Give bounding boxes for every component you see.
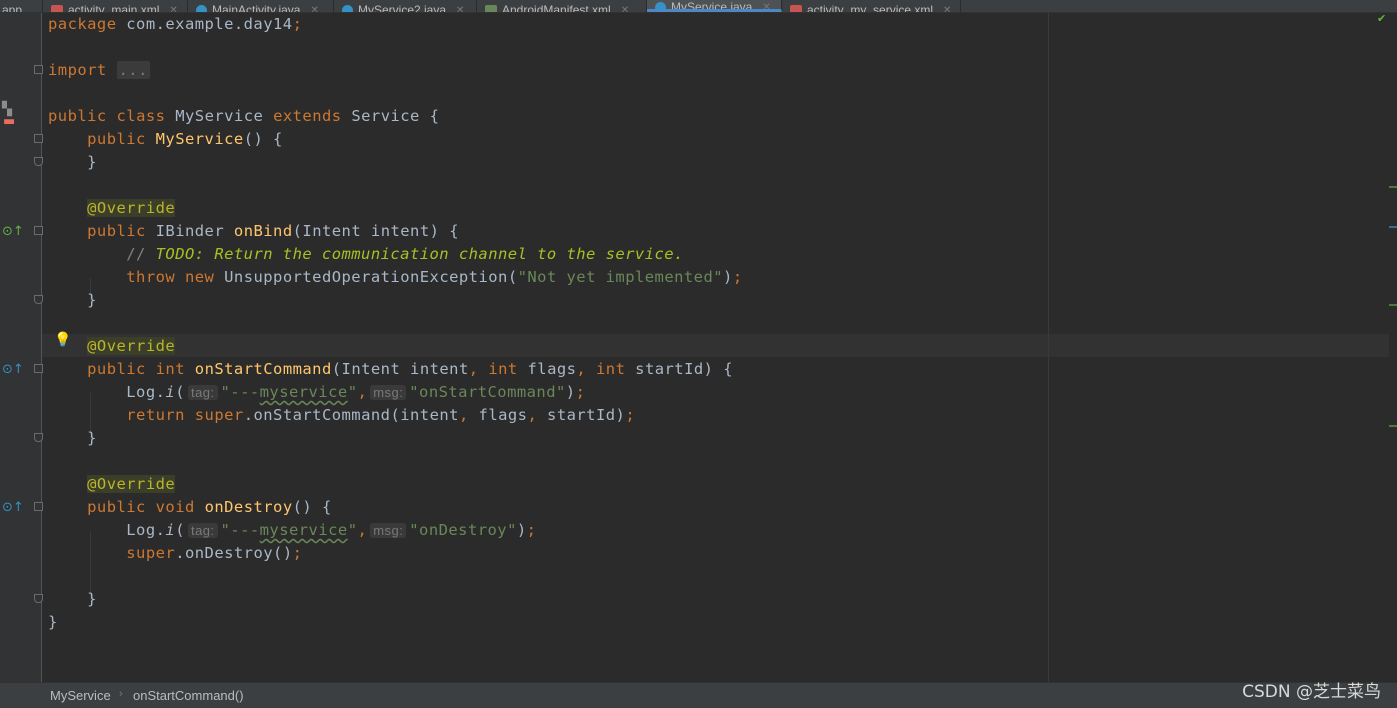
tab-label: MainActivity.java: [212, 3, 301, 12]
code-line: public class MyService extends Service {: [48, 107, 440, 125]
param-hint-msg: msg:: [370, 523, 407, 538]
code-line: import ...: [48, 61, 150, 79]
close-icon[interactable]: ✕: [456, 5, 464, 13]
close-icon[interactable]: ✕: [943, 5, 951, 13]
close-icon[interactable]: ✕: [762, 2, 770, 10]
folded-imports[interactable]: ...: [116, 61, 150, 79]
tab-label: MyService.java: [671, 0, 753, 12]
java-class-icon: [655, 1, 666, 9]
tab-label: MyService2.java: [358, 3, 447, 12]
lightbulb-icon[interactable]: 💡: [54, 333, 71, 347]
code-line: super.onDestroy();: [126, 544, 303, 562]
param-hint-msg: msg:: [370, 385, 407, 400]
code-line: public void onDestroy() {: [87, 498, 332, 516]
close-icon[interactable]: ✕: [310, 5, 318, 13]
tab-myservice2-java[interactable]: MyService2.java ✕: [334, 0, 477, 12]
tab-label: activity_main.xml: [68, 3, 160, 12]
override-method-icon[interactable]: ⊙↑: [2, 225, 24, 238]
tab-activity-my-service-xml[interactable]: activity_my_service.xml ✕: [782, 0, 961, 12]
tab-mainactivity-java[interactable]: MainActivity.java ✕: [188, 0, 334, 12]
code-line: }: [48, 429, 97, 447]
manifest-file-icon: [485, 5, 497, 12]
close-icon[interactable]: ✕: [169, 5, 177, 13]
tab-myservice-java[interactable]: MyService.java ✕: [647, 0, 782, 12]
change-marker[interactable]: [1389, 425, 1397, 427]
close-icon[interactable]: ✕: [621, 5, 629, 13]
change-marker[interactable]: [1389, 304, 1397, 306]
breadcrumb-method[interactable]: onStartCommand(): [133, 688, 244, 703]
watermark: CSDN @芝士菜鸟: [1242, 682, 1381, 702]
code-line: }: [48, 590, 97, 608]
code-line: Log.i(tag: "---myservice", msg: "onDestroy"…: [126, 521, 537, 539]
tab-activity-main-xml[interactable]: activity_main.xml ✕: [43, 0, 188, 12]
java-class-icon: [196, 4, 207, 12]
tab-label: AndroidManifest.xml: [502, 3, 611, 12]
code-line: public MyService() {: [87, 130, 283, 148]
related-xml-icon[interactable]: ▬: [3, 115, 15, 128]
code-line: // TODO: Return the communication channe…: [126, 245, 684, 263]
tab-label: activity_my_service.xml: [807, 3, 934, 12]
java-class-icon: [342, 4, 353, 12]
override-method-icon[interactable]: ⊙↑: [2, 501, 24, 514]
tab-androidmanifest-xml[interactable]: AndroidManifest.xml ✕: [477, 0, 647, 12]
change-marker[interactable]: [1389, 186, 1397, 188]
tab-app[interactable]: app: [0, 0, 43, 12]
inspection-ok-icon[interactable]: ✔: [1377, 12, 1386, 25]
override-method-icon[interactable]: ⊙↑: [2, 363, 24, 376]
param-hint-tag: tag:: [188, 523, 218, 538]
code-line: return super.onStartCommand(intent, flag…: [126, 406, 636, 424]
code-line: @Override: [87, 475, 176, 493]
chevron-right-icon: ›: [119, 688, 123, 700]
param-hint-tag: tag:: [188, 385, 218, 400]
editor-gutter[interactable]: ▚ ▬ ⊙↑ ⊙↑ ⊙↑: [0, 13, 43, 682]
code-line: Log.i(tag: "---myservice", msg: "onStartCom…: [126, 383, 586, 401]
code-line: package com.example.day14;: [48, 15, 303, 33]
code-editor[interactable]: package com.example.day14; import ... pu…: [42, 13, 1382, 682]
breadcrumb: MyService › onStartCommand(): [0, 682, 1397, 708]
code-line: }: [48, 613, 58, 631]
tab-label: app: [2, 3, 23, 12]
code-line: public IBinder onBind(Intent intent) {: [87, 222, 459, 240]
editor-scrollbar[interactable]: [1389, 13, 1397, 682]
editor-tab-bar: app activity_main.xml ✕ MainActivity.java…: [0, 0, 1397, 13]
code-line: @Override: [87, 199, 176, 217]
code-line: public int onStartCommand(Intent intent,…: [87, 360, 734, 378]
change-marker[interactable]: [1389, 226, 1397, 228]
breadcrumb-class[interactable]: MyService: [50, 688, 111, 703]
code-line: }: [48, 153, 97, 171]
code-line: }: [48, 291, 97, 309]
xml-file-icon: [790, 5, 802, 12]
code-line: throw new UnsupportedOperationException(…: [126, 268, 743, 286]
xml-file-icon: [51, 5, 63, 12]
